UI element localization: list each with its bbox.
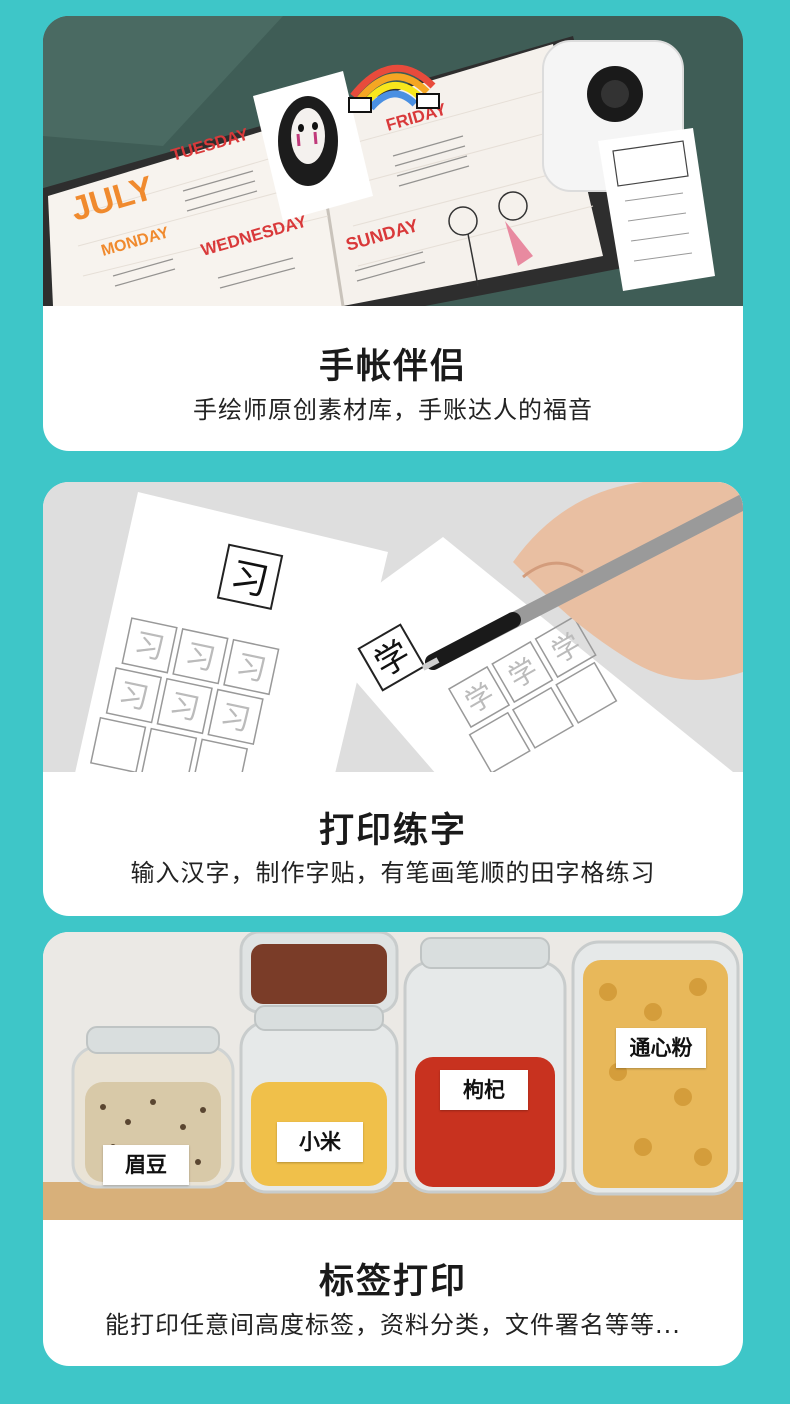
- calligraphy-illustration: 习 习习习 习习习 学 学学学: [43, 482, 743, 772]
- jar-label-millet: 小米: [277, 1122, 363, 1162]
- feature-card-labels: 眉豆 小米 枸杞 通心粉 标签打印 能打印任意间高度标签，资料分类，文件署名等等…: [43, 932, 743, 1366]
- jar-label-goji: 枸杞: [440, 1070, 528, 1110]
- journal-illustration: JULY TUESDAY MONDAY WEDNESDAY FRIDAY SUN…: [43, 16, 743, 306]
- section-title: 打印练字: [318, 811, 467, 851]
- journal-photo: JULY TUESDAY MONDAY WEDNESDAY FRIDAY SUN…: [43, 16, 743, 306]
- jar-label-macaroni: 通心粉: [616, 1028, 706, 1068]
- section-subtitle: 能打印任意间高度标签，资料分类，文件署名等等...: [105, 1311, 681, 1339]
- section-subtitle: 手绘师原创素材库，手账达人的福音: [193, 396, 593, 424]
- section-title: 标签打印: [318, 1262, 467, 1302]
- feature-card-calligraphy: 习 习习习 习习习 学 学 学 学 打印练字 输入汉字，制作字贴，有笔画笔顺的田…: [43, 482, 743, 916]
- section-subtitle: 输入汉字，制作字贴，有笔画笔顺的田字格练习: [130, 859, 656, 887]
- feature-card-journal: JULY TUESDAY MONDAY WEDNESDAY FRIDAY SUN…: [43, 16, 743, 451]
- calligraphy-photo: 习 习习习 习习习 学 学 学 学: [43, 482, 743, 772]
- jar-label-eyebrow-bean: 眉豆: [103, 1145, 189, 1185]
- section-title: 手帐伴侣: [318, 347, 467, 387]
- jars-photo: 眉豆 小米 枸杞 通心粉: [43, 932, 743, 1220]
